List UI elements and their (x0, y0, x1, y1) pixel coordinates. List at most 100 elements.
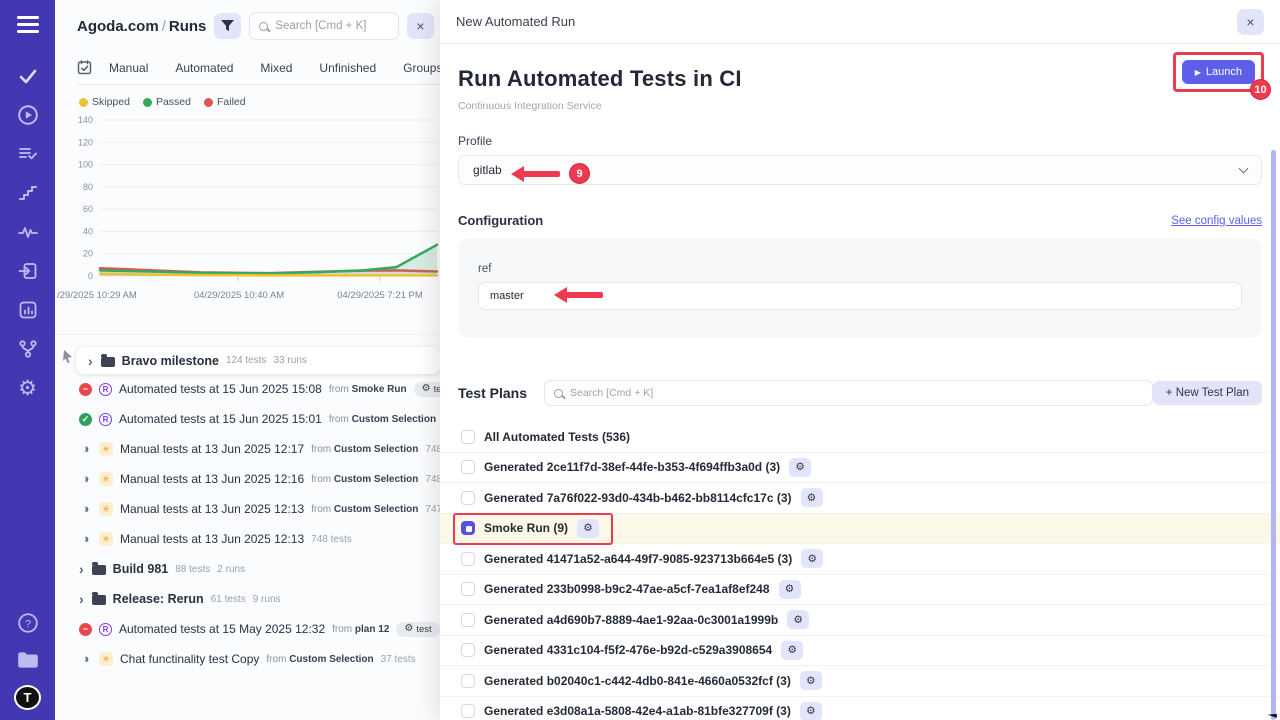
plan-settings-button[interactable]: ⚙ (789, 458, 811, 477)
test-plans-search-input[interactable] (570, 387, 1143, 399)
failed-status-icon: − (79, 383, 92, 396)
plan-label: Generated e3d08a1a-5808-42e4-a1ab-81bfe3… (484, 704, 791, 718)
plan-checkbox[interactable] (461, 552, 475, 566)
ref-input[interactable] (478, 282, 1242, 310)
settings-icon[interactable]: ⚙ (15, 376, 41, 400)
plan-settings-button[interactable]: ⚙ (801, 488, 823, 507)
run-row[interactable]: −RAutomated tests at 15 Jun 2025 15:08fr… (55, 374, 440, 404)
manual-run-icon: ✳ (99, 472, 113, 486)
plan-checkbox[interactable] (461, 582, 475, 596)
folder-icon (92, 565, 106, 575)
test-plan-row[interactable]: Generated 4331c104-f5f2-476e-b92d-c529a3… (440, 636, 1280, 667)
gear-icon: ⚙ (787, 645, 796, 656)
projects-icon[interactable] (15, 648, 41, 672)
help-icon[interactable]: ? (15, 611, 41, 635)
run-source-name: Custom Selection (334, 444, 418, 455)
plan-settings-button[interactable]: ⚙ (800, 702, 822, 720)
plan-settings-button[interactable]: ⚙ (800, 671, 822, 690)
plan-checkbox[interactable] (461, 460, 475, 474)
run-group-row[interactable]: ›Bravo milestone124 tests33 runs (76, 347, 440, 374)
plan-checkbox[interactable] (461, 704, 475, 718)
check-tasks-icon[interactable] (15, 64, 41, 88)
plan-settings-button[interactable]: ⚙ (787, 610, 809, 629)
progress-status-icon: ◑ (79, 473, 92, 486)
run-row[interactable]: ◑✳Manual tests at 13 Jun 2025 12:13from … (55, 494, 440, 524)
test-plan-row[interactable]: Generated e3d08a1a-5808-42e4-a1ab-81bfe3… (440, 697, 1280, 720)
test-plan-row[interactable]: Generated 7a76f022-93d0-434b-b462-bb8114… (440, 483, 1280, 514)
plan-label: Generated 41471a52-a644-49f7-9085-923713… (484, 552, 792, 566)
run-group-row[interactable]: ›Build 98188 tests2 runs (55, 554, 440, 584)
analytics-icon[interactable] (15, 298, 41, 322)
run-row[interactable]: −RAutomated tests at 15 May 2025 12:32fr… (55, 614, 440, 644)
plan-settings-button[interactable]: ⚙ (779, 580, 801, 599)
tab-manual[interactable]: Manual (109, 61, 148, 75)
close-runs-filter-button[interactable]: × (407, 13, 434, 39)
run-source-name: Smoke Run (352, 384, 407, 395)
run-row[interactable]: ◑✳Chat functinality test Copyfrom Custom… (55, 644, 440, 674)
svg-text:?: ? (24, 618, 30, 630)
plan-label: Generated 4331c104-f5f2-476e-b92d-c529a3… (484, 643, 772, 657)
profile-label: Profile (458, 134, 1262, 148)
close-panel-button[interactable]: × (1237, 9, 1264, 35)
chevron-right-icon[interactable]: › (79, 592, 84, 606)
run-row[interactable]: ◑✳Manual tests at 13 Jun 2025 12:13748 t… (55, 524, 440, 554)
plan-checkbox[interactable] (461, 491, 475, 505)
panel-scrollbar[interactable] (1271, 150, 1276, 720)
steps-icon[interactable] (15, 181, 41, 205)
runs-icon[interactable] (15, 103, 41, 127)
panel-title: New Automated Run (456, 14, 575, 29)
configuration-card: ref (458, 238, 1262, 338)
tab-groups[interactable]: Groups (403, 61, 442, 75)
test-plan-row[interactable]: All Automated Tests (536) (440, 422, 1280, 453)
manual-run-icon: ✳ (99, 652, 113, 666)
run-row[interactable]: ◑✳Manual tests at 13 Jun 2025 12:16from … (55, 464, 440, 494)
profile-logo[interactable]: T (14, 685, 41, 710)
plan-checkbox[interactable] (461, 430, 475, 444)
launch-button[interactable]: ▶ Launch (1182, 60, 1255, 84)
play-icon: ▶ (1195, 68, 1201, 77)
test-cases-icon[interactable] (15, 142, 41, 166)
runs-search[interactable] (249, 12, 399, 40)
test-plan-row[interactable]: Generated 2ce11f7d-38ef-44fe-b353-4f694f… (440, 453, 1280, 484)
run-source-name: Custom Selection (289, 654, 373, 665)
run-source: from Custom Selection (329, 414, 436, 425)
see-config-values-link[interactable]: See config values (1171, 215, 1262, 227)
chevron-right-icon[interactable]: › (88, 354, 93, 368)
new-test-plan-button[interactable]: + New Test Plan (1153, 381, 1262, 405)
tab-mixed[interactable]: Mixed (260, 61, 292, 75)
import-icon[interactable] (15, 259, 41, 283)
plan-settings-button[interactable]: ⚙ (577, 519, 599, 538)
filter-button[interactable] (214, 13, 241, 39)
failed-dot (204, 98, 213, 107)
menu-icon[interactable] (15, 12, 41, 36)
test-plan-row[interactable]: Generated 41471a52-a644-49f7-9085-923713… (440, 544, 1280, 575)
passed-status-icon: ✓ (79, 413, 92, 426)
test-plan-row[interactable]: Smoke Run (9)⚙ (440, 514, 1280, 545)
plan-settings-button[interactable]: ⚙ (781, 641, 803, 660)
run-group-row[interactable]: ›Release: Rerun61 tests9 runs (55, 584, 440, 614)
profile-select[interactable]: gitlab 9 (458, 155, 1262, 185)
chevron-right-icon[interactable]: › (79, 562, 84, 576)
svg-text:140: 140 (78, 115, 93, 125)
tab-automated[interactable]: Automated (175, 61, 233, 75)
plan-checkbox[interactable] (461, 674, 475, 688)
plan-checkbox[interactable] (461, 521, 475, 535)
runs-search-input[interactable] (275, 20, 389, 32)
plan-checkbox[interactable] (461, 643, 475, 657)
plan-settings-button[interactable]: ⚙ (801, 549, 823, 568)
tab-unfinished[interactable]: Unfinished (319, 61, 376, 75)
branches-icon[interactable] (15, 337, 41, 361)
run-row[interactable]: ✓RAutomated tests at 15 Jun 2025 15:01fr… (55, 404, 440, 434)
test-plans-search[interactable] (544, 380, 1153, 406)
plan-checkbox[interactable] (461, 613, 475, 627)
test-badge[interactable]: ⚙test (396, 622, 439, 637)
tests-count: 88 tests (175, 564, 210, 575)
test-plan-row[interactable]: Generated 233b0998-b9c2-47ae-a5cf-7ea1af… (440, 575, 1280, 606)
breadcrumb-project[interactable]: Agoda.com (77, 18, 159, 35)
gear-icon: ⚙ (806, 706, 815, 717)
runs-trend-chart: 140120100806040200 /29/2025 10:29 AM 04/… (55, 112, 440, 312)
run-row[interactable]: ◑✳Manual tests at 13 Jun 2025 12:17from … (55, 434, 440, 464)
pulse-icon[interactable] (15, 220, 41, 244)
test-plan-row[interactable]: Generated a4d690b7-8889-4ae1-92aa-0c3001… (440, 605, 1280, 636)
test-plan-row[interactable]: Generated b02040c1-c442-4db0-841e-4660a0… (440, 666, 1280, 697)
